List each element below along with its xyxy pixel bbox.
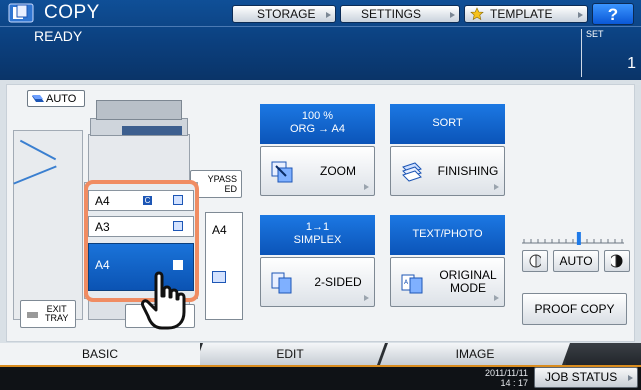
- storage-button[interactable]: STORAGE: [232, 5, 336, 23]
- job-status-button[interactable]: JOB STATUS: [534, 367, 638, 388]
- duplex-icon: [271, 272, 292, 294]
- tab-basic[interactable]: BASIC: [0, 343, 200, 365]
- density-darker-button[interactable]: [604, 250, 630, 272]
- zoom-button[interactable]: ZOOM: [260, 146, 375, 196]
- storage-label: STORAGE: [257, 7, 316, 21]
- tab-edit[interactable]: EDIT: [195, 343, 385, 365]
- exit-tray-label: EXIT TRAY: [45, 305, 68, 323]
- two-sided-button[interactable]: 2-SIDED: [260, 257, 375, 307]
- date-time: 2011/11/11 14 : 17: [470, 368, 528, 388]
- chevron-right-icon: [494, 295, 499, 301]
- settings-label: SETTINGS: [361, 7, 422, 21]
- template-button[interactable]: TEMPLATE: [464, 5, 588, 23]
- darker-icon: [609, 254, 623, 268]
- finishing-status: SORT: [390, 104, 505, 144]
- time: 14 : 17: [500, 378, 528, 388]
- paper-stack-icon: [27, 312, 38, 318]
- finishing-mode: SORT: [432, 117, 463, 129]
- duplex-status: 1→1 SIMPLEX: [260, 215, 375, 255]
- density-auto-button[interactable]: AUTO: [553, 250, 599, 272]
- exit-tray-label-2: TRAY: [45, 313, 69, 323]
- document-feeder-illustration: [96, 100, 182, 120]
- tab-image[interactable]: IMAGE: [380, 343, 570, 365]
- exit-tray-button[interactable]: EXIT TRAY: [20, 300, 76, 328]
- tab-bar-filler: [566, 343, 641, 365]
- chevron-right-icon: [326, 12, 331, 18]
- bottom-bar: 2011/11/11 14 : 17 JOB STATUS: [0, 365, 641, 390]
- original-mode-label-2: MODE: [449, 281, 486, 295]
- zoom-label: ZOOM: [320, 163, 356, 178]
- original-mode-button[interactable]: A ORIGINAL MODE: [390, 257, 505, 307]
- control-panel-illustration: [122, 126, 182, 135]
- density-lighter-button[interactable]: [522, 250, 548, 272]
- side-tray-size: A4: [212, 223, 227, 237]
- date: 2011/11/11: [484, 368, 528, 378]
- settings-button[interactable]: SETTINGS: [340, 5, 460, 23]
- zoom-status: 100 % ORG → A4: [260, 104, 375, 144]
- auto-paper-button[interactable]: AUTO: [27, 90, 85, 107]
- header-divider: [0, 26, 641, 27]
- help-button[interactable]: ?: [592, 3, 634, 25]
- set-count: 1: [627, 55, 636, 72]
- paper-icon: [212, 271, 226, 283]
- two-sided-label: 2-SIDED: [314, 274, 362, 289]
- duplex-desc: SIMPLEX: [293, 234, 342, 246]
- proof-copy-button[interactable]: PROOF COPY: [522, 293, 627, 325]
- original-mode-label: ORIGINAL MODE: [435, 258, 501, 306]
- original-mode-icon: A: [401, 274, 423, 294]
- chevron-right-icon: [628, 375, 633, 381]
- header-bar: COPY READY STORAGE SETTINGS TEMPLATE ? S…: [0, 0, 641, 80]
- chevron-right-icon: [578, 12, 583, 18]
- app-title: COPY: [44, 2, 100, 23]
- finishing-label: FINISHING: [437, 163, 499, 178]
- tab-bar: IMAGE EDIT BASIC: [0, 343, 641, 365]
- copy-icon: [8, 3, 34, 23]
- large-capacity-tray-button[interactable]: A4: [205, 212, 243, 320]
- chevron-right-icon: [364, 295, 369, 301]
- zoom-icon: [271, 161, 293, 183]
- chevron-right-icon: [364, 184, 369, 190]
- duplex-mode: 1→1: [305, 221, 330, 233]
- zoom-paper: ORG → A4: [289, 123, 346, 135]
- zoom-ratio: 100 %: [301, 110, 334, 122]
- job-status-label: JOB STATUS: [545, 370, 618, 384]
- paper-stack-icon: [32, 95, 44, 102]
- chevron-right-icon: [494, 184, 499, 190]
- bottom-accent-line: [0, 365, 641, 367]
- chevron-right-icon: [450, 12, 455, 18]
- finisher-illustration: [13, 130, 83, 320]
- lighter-icon: [529, 254, 543, 268]
- density-indicator: [576, 232, 581, 245]
- finishing-icon: [402, 162, 422, 182]
- template-label: TEMPLATE: [490, 7, 553, 21]
- hand-pointer-icon: [141, 271, 186, 330]
- finishing-button[interactable]: FINISHING: [390, 146, 505, 196]
- copy-screen: COPY READY STORAGE SETTINGS TEMPLATE ? S…: [0, 0, 641, 390]
- auto-label: AUTO: [46, 93, 77, 105]
- set-divider: [581, 29, 582, 77]
- density-scale: [522, 232, 624, 245]
- original-mode-value: TEXT/PHOTO: [412, 228, 483, 240]
- set-label: SET: [586, 29, 604, 39]
- star-icon: [470, 7, 484, 21]
- status-text: READY: [34, 28, 83, 44]
- original-mode-status: TEXT/PHOTO: [390, 215, 505, 255]
